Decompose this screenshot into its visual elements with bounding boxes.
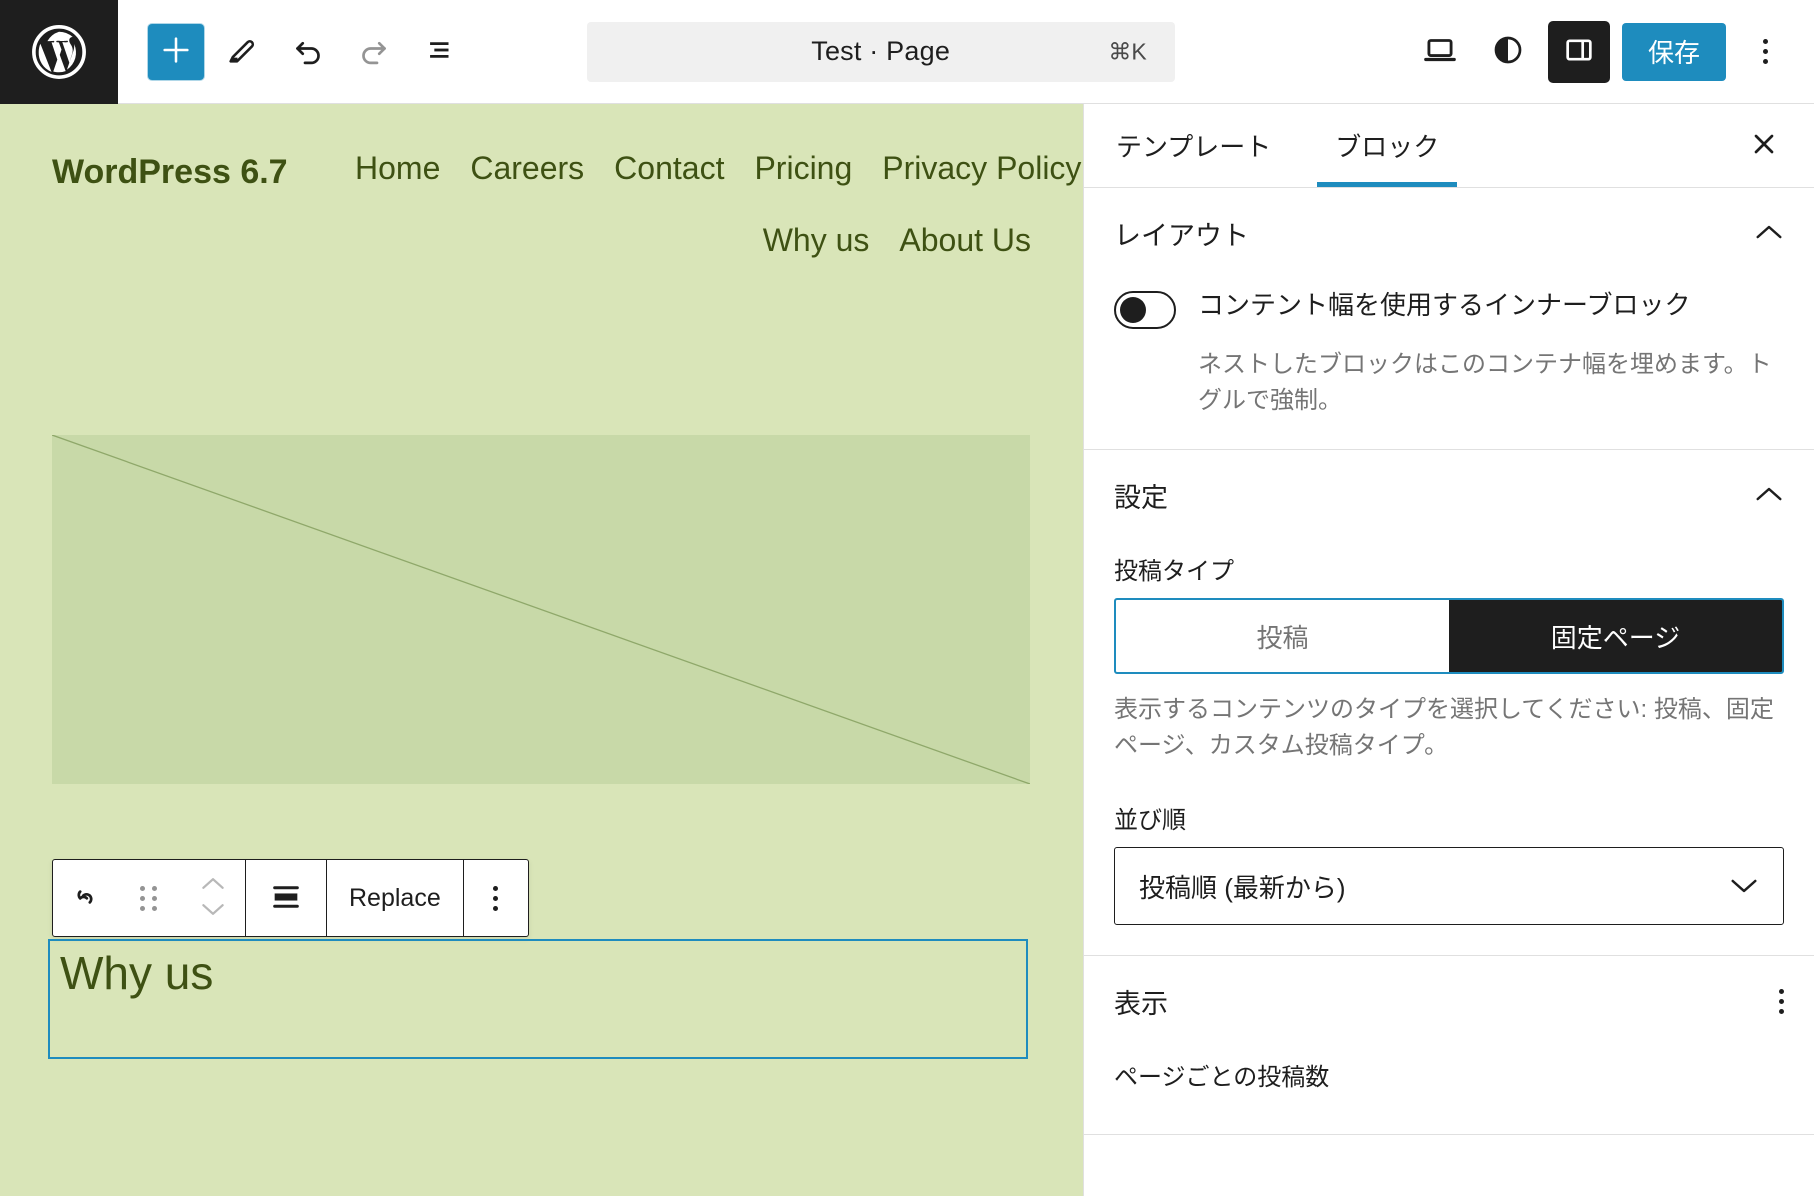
wordpress-logo-button[interactable] [0,0,118,104]
tab-block[interactable]: ブロック [1303,104,1471,187]
nav-link-home[interactable]: Home [355,150,440,187]
display-section-header[interactable]: 表示 [1114,982,1784,1021]
primary-navigation-row-2: Why us About Us [763,222,1031,259]
post-type-label: 投稿タイプ [1114,558,1234,585]
nav-link-careers[interactable]: Careers [470,150,584,187]
settings-section-header[interactable]: 設定 [1114,476,1784,515]
tab-template[interactable]: テンプレート [1084,104,1303,187]
chevron-up-icon [1754,223,1784,244]
chevron-down-icon [200,902,226,920]
inner-blocks-content-width-label: コンテント幅を使用するインナーブロック [1198,290,1691,320]
cover-block-icon [68,880,102,917]
undo-button[interactable] [280,24,336,80]
heading-text[interactable]: Why us [60,947,1016,1000]
document-title-bar[interactable]: Test · Page ⌘K [586,21,1175,82]
contrast-half-circle-icon [1490,32,1526,71]
chevron-down-icon [1729,871,1759,902]
display-section-title: 表示 [1114,989,1168,1019]
settings-section: 設定 投稿タイプ 投稿 固定ページ 表示するコンテンツのタイプを選択してください… [1084,450,1814,956]
selected-heading-block[interactable]: Why us [48,939,1028,1059]
preview-button[interactable] [1412,24,1468,80]
wordpress-logo-icon [30,23,88,81]
list-view-icon [423,33,457,70]
undo-arrow-icon [290,32,326,71]
replace-button[interactable]: Replace [327,860,463,936]
style-book-button[interactable] [1480,24,1536,80]
chevron-up-icon [200,876,226,894]
nav-link-about-us[interactable]: About Us [899,222,1031,259]
editor-options-button[interactable] [1738,24,1794,80]
primary-navigation-row-1: Home Careers Contact Pricing Privacy Pol… [355,150,1081,187]
layout-help-text: ネストしたブロックはこのコンテナ幅を埋めます。トグルで強制。 [1198,351,1772,414]
top-bar-left-tools [118,23,468,80]
redo-arrow-icon [356,32,392,71]
block-toolbar-group-more [462,860,528,936]
drag-handle-button[interactable] [117,860,181,936]
settings-section-collapse-button[interactable] [1754,485,1784,506]
block-movers[interactable] [181,860,245,936]
pencil-icon [225,33,259,70]
block-toolbar-group-primary [53,860,245,936]
post-type-option-page[interactable]: 固定ページ [1449,600,1782,672]
sidebar-panel-icon [1562,33,1596,70]
kebab-menu-icon [1763,39,1769,64]
desktop-preview-icon [1421,31,1459,72]
sidebar-tablist: テンプレート ブロック [1084,104,1814,188]
order-label: 並び順 [1114,807,1186,834]
block-type-button[interactable] [53,860,117,936]
order-selected-value: 投稿順 (最新から) [1139,872,1346,903]
align-button[interactable] [246,860,326,936]
inner-blocks-content-width-toggle[interactable] [1114,291,1176,329]
nav-link-contact[interactable]: Contact [614,150,724,187]
nav-link-privacy-policy[interactable]: Privacy Policy [882,150,1081,187]
block-toolbar-group-replace: Replace [326,860,463,936]
add-block-button[interactable] [148,23,204,80]
display-section: 表示 ページごとの投稿数 [1084,956,1814,1135]
layout-section: レイアウト コンテント幅を使用するインナーブロック ネストしたブロックはこのコン… [1084,188,1814,450]
list-view-button[interactable] [412,24,468,80]
inner-blocks-content-width-row: コンテント幅を使用するインナーブロック [1114,287,1784,329]
close-x-icon [1748,128,1780,163]
media-placeholder-block[interactable] [52,435,1030,784]
plus-icon [159,33,193,70]
toggle-knob [1120,297,1146,323]
editor-canvas[interactable]: WordPress 6.7 Home Careers Contact Prici… [0,104,1083,1196]
kebab-menu-icon [1779,989,1784,1014]
block-more-options-button[interactable] [464,860,528,936]
layout-section-header[interactable]: レイアウト [1114,214,1784,253]
post-type-option-post[interactable]: 投稿 [1116,600,1449,672]
kebab-menu-icon [493,885,499,911]
block-toolbar-group-align [245,860,326,936]
chevron-up-icon [1754,485,1784,506]
settings-section-title: 設定 [1114,483,1168,513]
align-full-width-icon [269,880,303,917]
editor-top-bar: Test · Page ⌘K 保存 [0,0,1814,104]
top-bar-right-tools: 保存 [1412,20,1814,83]
display-section-options-button[interactable] [1779,989,1784,1014]
toggle-settings-sidebar-button[interactable] [1547,20,1610,83]
save-button[interactable]: 保存 [1621,22,1726,81]
nav-link-pricing[interactable]: Pricing [754,150,852,187]
order-select[interactable]: 投稿順 (最新から) [1114,847,1784,925]
post-type-help-text: 表示するコンテンツのタイプを選択してください: 投稿、固定ページ、カスタム投稿タ… [1114,696,1774,759]
site-header-block[interactable]: WordPress 6.7 Home Careers Contact Prici… [0,104,1083,304]
image-placeholder-icon [52,435,1030,784]
layout-section-title: レイアウト [1114,221,1249,251]
command-shortcut-hint: ⌘K [1108,38,1147,64]
document-title: Test · Page [811,36,951,66]
block-toolbar: Replace [52,859,529,937]
post-type-segmented-control: 投稿 固定ページ [1114,598,1784,674]
drag-handle-icon [140,885,158,911]
posts-per-page-label: ページごとの投稿数 [1114,1064,1330,1091]
site-title[interactable]: WordPress 6.7 [52,148,302,196]
edit-mode-button[interactable] [214,24,270,80]
settings-sidebar: テンプレート ブロック レイアウト コンテント幅を使用するインナーブロック ネス… [1083,104,1814,1196]
nav-link-why-us[interactable]: Why us [763,222,870,259]
close-sidebar-button[interactable] [1736,104,1792,187]
layout-section-collapse-button[interactable] [1754,223,1784,244]
redo-button[interactable] [346,24,402,80]
